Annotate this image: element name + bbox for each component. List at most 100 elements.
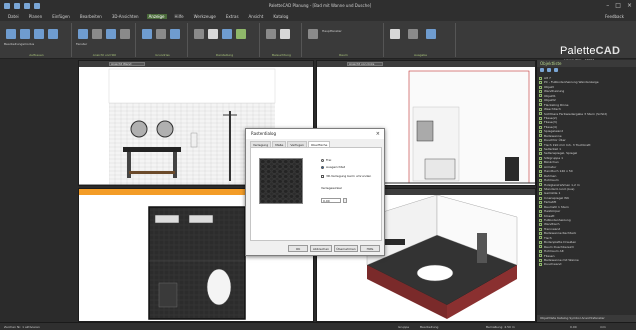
render-icon[interactable] bbox=[236, 29, 246, 39]
checkbox-icon[interactable] bbox=[539, 107, 542, 111]
checkbox-icon[interactable] bbox=[539, 223, 542, 227]
view-icon[interactable] bbox=[92, 29, 102, 39]
fenster-icon[interactable] bbox=[78, 29, 88, 39]
option-3d-verlegung[interactable]: 3D-Verlegung beim umrunden bbox=[321, 174, 371, 178]
panel-footer-tabs[interactable]: Objektliste Katalog Symbol Ansichtsfenst… bbox=[537, 315, 636, 322]
print-icon[interactable] bbox=[408, 29, 418, 39]
spin-icon[interactable] bbox=[343, 198, 347, 203]
shaded-icon[interactable] bbox=[222, 29, 232, 39]
cancel-button[interactable]: Abbrechen bbox=[310, 245, 332, 252]
tab-katalog[interactable]: Katalog bbox=[271, 14, 290, 19]
wireframe-icon[interactable] bbox=[194, 29, 204, 39]
checkbox-icon[interactable] bbox=[539, 85, 542, 89]
tab-3d-ansichten[interactable]: 3D-Ansichten bbox=[110, 14, 141, 19]
checkbox-icon[interactable] bbox=[539, 192, 542, 196]
checkbox-icon[interactable] bbox=[539, 121, 542, 125]
flach-icon[interactable] bbox=[156, 29, 166, 39]
tab-bearbeiten[interactable]: Bearbeiten bbox=[78, 14, 104, 19]
bearbeitungsmodus-icon[interactable] bbox=[6, 29, 16, 39]
verlegewinkel-input[interactable]: 0.00 bbox=[321, 198, 341, 203]
help-button[interactable]: Hilfe bbox=[360, 245, 380, 252]
bemassung-icon[interactable] bbox=[142, 29, 152, 39]
filter-icon[interactable] bbox=[540, 68, 544, 72]
checkbox-icon[interactable] bbox=[539, 116, 542, 120]
checkbox-icon[interactable] bbox=[539, 218, 542, 222]
export-icon[interactable] bbox=[426, 29, 436, 39]
redo-icon[interactable] bbox=[34, 3, 40, 9]
tree-item[interactable]: Duschwand bbox=[539, 262, 634, 266]
checkbox-icon[interactable] bbox=[539, 258, 542, 262]
tab-extras[interactable]: Extras bbox=[224, 14, 241, 19]
checkbox-icon[interactable] bbox=[539, 76, 542, 80]
perspective-icon[interactable] bbox=[106, 29, 116, 39]
gear-icon[interactable] bbox=[390, 29, 400, 39]
checkbox-icon[interactable] bbox=[539, 138, 542, 142]
apply-button[interactable]: Übernehmen bbox=[334, 245, 358, 252]
grid-icon[interactable] bbox=[170, 29, 180, 39]
checkbox-icon[interactable] bbox=[539, 205, 542, 209]
maximize-icon[interactable]: □ bbox=[615, 2, 621, 9]
view-select[interactable]: Ansicht von links bbox=[347, 62, 383, 66]
checkbox-icon[interactable] bbox=[539, 81, 542, 85]
checkbox-icon[interactable] bbox=[539, 156, 542, 160]
checkbox-icon[interactable] bbox=[539, 98, 542, 102]
checkbox-icon[interactable] bbox=[539, 214, 542, 218]
checkbox-icon[interactable] bbox=[539, 249, 542, 253]
ribbon-item-label[interactable]: Hauptfenster bbox=[322, 29, 342, 33]
checkbox-icon[interactable] bbox=[539, 263, 542, 267]
option-frei[interactable]: Frei bbox=[321, 158, 331, 162]
checkbox-icon[interactable] bbox=[539, 152, 542, 156]
feedback-link[interactable]: Feedback bbox=[605, 14, 624, 19]
gesamtansicht-icon[interactable] bbox=[20, 29, 30, 39]
checkbox-icon[interactable] bbox=[539, 178, 542, 182]
checkbox-icon[interactable] bbox=[539, 200, 542, 204]
style-icon[interactable] bbox=[120, 29, 130, 39]
tab-planen[interactable]: Planen bbox=[27, 14, 45, 19]
checkbox-icon[interactable] bbox=[539, 125, 542, 129]
save-icon[interactable] bbox=[14, 3, 20, 9]
checkbox-icon[interactable] bbox=[539, 90, 542, 94]
minimize-icon[interactable]: – bbox=[606, 2, 609, 9]
checkbox-icon[interactable] bbox=[539, 196, 542, 200]
checkbox-icon[interactable] bbox=[539, 209, 542, 213]
tab-ansicht[interactable]: Ansicht bbox=[247, 14, 266, 19]
raumansicht-icon[interactable] bbox=[48, 29, 58, 39]
view-select[interactable]: Ansicht Wand bbox=[109, 62, 145, 66]
tab-einfuegen[interactable]: Einfügen bbox=[50, 14, 72, 19]
close-icon[interactable]: × bbox=[376, 131, 380, 137]
checkbox-icon[interactable] bbox=[539, 240, 542, 244]
undo-icon[interactable] bbox=[24, 3, 30, 9]
tab-hilfe[interactable]: Hilfe bbox=[173, 14, 186, 19]
checkbox-icon[interactable] bbox=[539, 187, 542, 191]
checkbox-icon[interactable] bbox=[539, 161, 542, 165]
tab-anzeige[interactable]: Anzeige bbox=[146, 14, 167, 19]
checkbox-icon[interactable] bbox=[539, 227, 542, 231]
checkbox-icon[interactable] bbox=[539, 147, 542, 151]
checkbox-icon[interactable] bbox=[539, 129, 542, 133]
app-menu-icon[interactable] bbox=[4, 3, 10, 9]
sun-icon[interactable] bbox=[280, 29, 290, 39]
checkbox-icon[interactable] bbox=[539, 174, 542, 178]
checkbox-icon[interactable] bbox=[539, 183, 542, 187]
refresh-icon[interactable] bbox=[547, 68, 551, 72]
ok-button[interactable]: OK bbox=[288, 245, 308, 252]
checkbox-icon[interactable] bbox=[539, 169, 542, 173]
checkbox-icon[interactable] bbox=[539, 94, 542, 98]
checkbox-icon[interactable] bbox=[539, 254, 542, 258]
checkbox-icon[interactable] bbox=[539, 245, 542, 249]
close-icon[interactable]: × bbox=[627, 2, 632, 9]
checkbox-icon[interactable] bbox=[539, 165, 542, 169]
tab-werkzeuge[interactable]: Werkzeuge bbox=[192, 14, 218, 19]
checkbox-icon[interactable] bbox=[539, 112, 542, 116]
checkbox-icon[interactable] bbox=[539, 143, 542, 147]
checkbox-icon[interactable] bbox=[539, 103, 542, 107]
checkbox-icon[interactable] bbox=[539, 236, 542, 240]
dachfenster-icon[interactable] bbox=[34, 29, 44, 39]
tree-icon[interactable] bbox=[554, 68, 558, 72]
light-icon[interactable] bbox=[266, 29, 276, 39]
tab-datei[interactable]: Datei bbox=[6, 14, 21, 19]
option-ausgerichtet[interactable]: Ausgerichtet bbox=[321, 165, 345, 169]
hidden-line-icon[interactable] bbox=[208, 29, 218, 39]
object-tree[interactable]: Alt 7 PC - Fußbodenheizung Wandanzeige Obj… bbox=[539, 76, 634, 314]
checkbox-icon[interactable] bbox=[539, 134, 542, 138]
